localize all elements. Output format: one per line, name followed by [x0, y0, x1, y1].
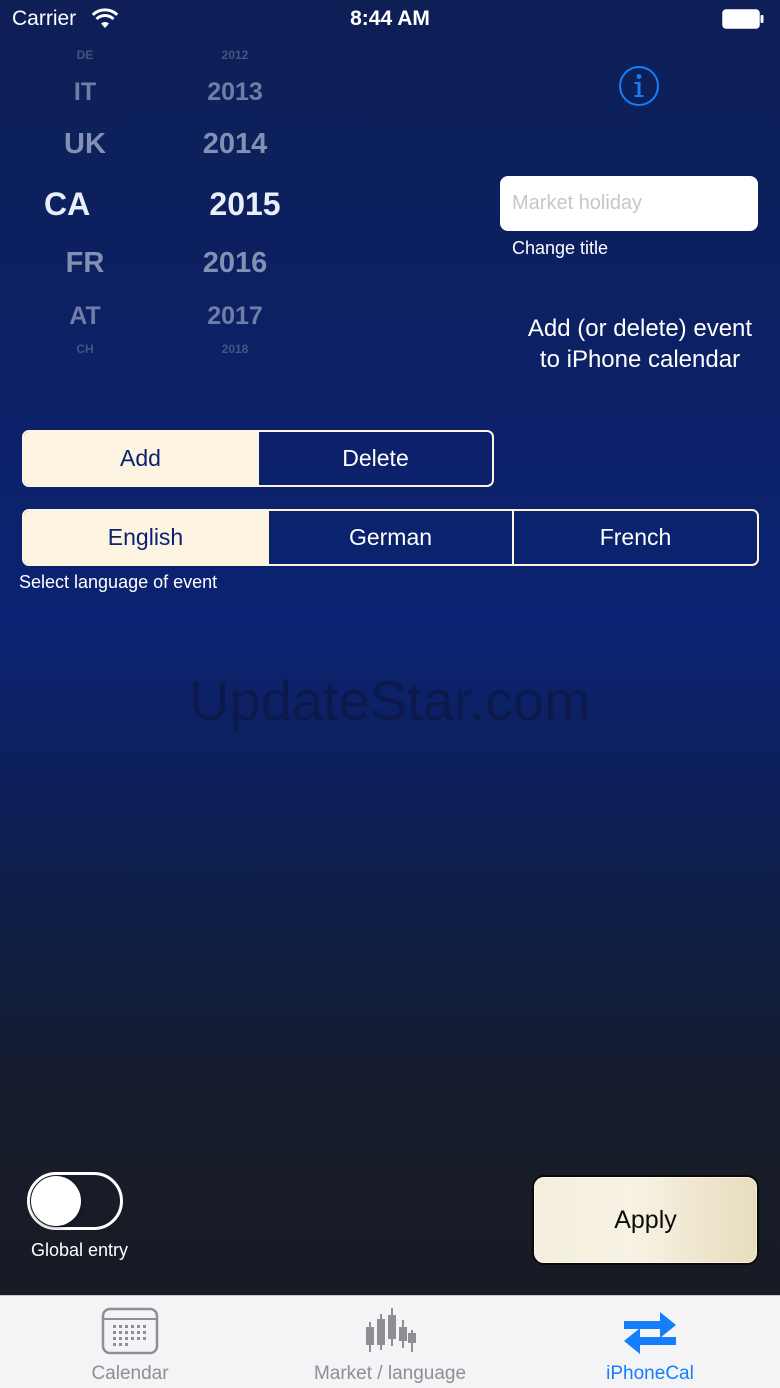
global-entry-toggle[interactable] — [27, 1172, 123, 1230]
change-title-label: Change title — [512, 238, 609, 258]
tab-label: Calendar — [91, 1363, 169, 1384]
tab-bar: Calendar Market / language iPhoneCal — [0, 1295, 780, 1388]
picker-row[interactable]: UK — [20, 128, 150, 161]
picker-row[interactable]: DE — [20, 48, 150, 62]
app-screen: Carrier 8:44 AM DE IT UK CA FR AT CH 201… — [0, 0, 780, 1295]
picker-row[interactable]: AT — [20, 302, 150, 331]
delete-segment[interactable]: Delete — [257, 432, 492, 485]
add-segment[interactable]: Add — [24, 432, 257, 485]
picker-row[interactable]: FR — [20, 247, 150, 280]
candlestick-chart-icon — [366, 1308, 416, 1352]
calendar-icon — [101, 1307, 159, 1355]
tab-label: iPhoneCal — [606, 1363, 694, 1384]
battery-icon — [722, 9, 764, 29]
picker-row[interactable]: 2014 — [170, 128, 300, 161]
toggle-knob — [31, 1176, 81, 1226]
german-segment[interactable]: German — [267, 511, 512, 564]
tab-market-language[interactable]: Market / language — [260, 1296, 520, 1388]
picker-selected-row[interactable]: 2015 — [180, 186, 300, 223]
apply-button[interactable]: Apply — [532, 1175, 759, 1265]
french-segment[interactable]: French — [512, 511, 757, 564]
picker-row[interactable]: 2016 — [170, 247, 300, 280]
picker-row[interactable]: 2017 — [170, 302, 300, 331]
year-picker[interactable]: 2012 2013 2014 2015 2016 2017 2018 — [170, 40, 300, 375]
tab-iphonecal[interactable]: iPhoneCal — [520, 1296, 780, 1388]
language-hint: Select language of event — [19, 572, 218, 592]
language-segmented-control: English German French — [22, 509, 759, 566]
picker-row[interactable]: 2012 — [170, 48, 300, 62]
english-segment[interactable]: English — [24, 511, 267, 564]
clock: 8:44 AM — [350, 7, 430, 30]
global-entry-label: Global entry — [31, 1240, 129, 1260]
add-delete-description: Add (or delete) event to iPhone calendar — [527, 315, 753, 373]
country-picker[interactable]: DE IT UK CA FR AT CH — [20, 40, 150, 375]
status-bar: Carrier 8:44 AM — [0, 0, 780, 40]
picker-row[interactable]: 2018 — [170, 342, 300, 356]
picker-row[interactable]: CH — [20, 342, 150, 356]
title-input[interactable] — [500, 176, 758, 231]
tab-label: Market / language — [313, 1363, 467, 1384]
tab-calendar[interactable]: Calendar — [0, 1296, 260, 1388]
action-segmented-control: Add Delete — [22, 430, 494, 487]
watermark: UpdateStar.com — [189, 669, 591, 732]
picker-row[interactable]: IT — [20, 78, 150, 107]
swap-arrows-icon — [624, 1312, 676, 1354]
info-icon[interactable] — [618, 65, 660, 107]
picker-selected-row[interactable]: CA — [44, 186, 150, 223]
picker-row[interactable]: 2013 — [170, 78, 300, 107]
